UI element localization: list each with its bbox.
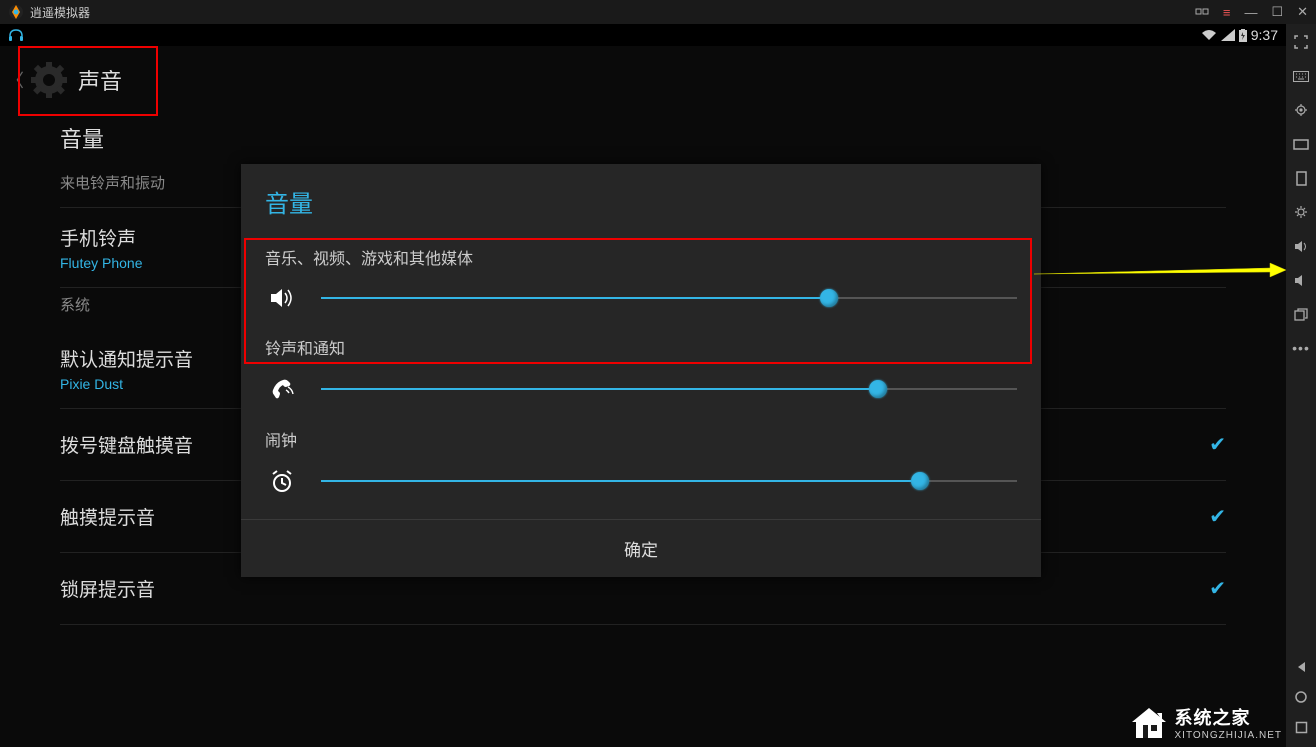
landscape-icon[interactable] xyxy=(1291,136,1311,152)
volume-dialog: 音量 音乐、视频、游戏和其他媒体 铃声和通知 xyxy=(241,164,1041,577)
nav-home-icon[interactable] xyxy=(1291,689,1311,705)
ringtone-volume-slider[interactable] xyxy=(321,388,1017,390)
ringtone-slider-label: 铃声和通知 xyxy=(265,335,1017,359)
location-icon[interactable] xyxy=(1291,102,1311,118)
keyboard-icon[interactable] xyxy=(1291,68,1311,84)
toggle-b-icon[interactable]: ≡ xyxy=(1223,5,1231,20)
window-controls: ≡ — ☐ ✕ xyxy=(1195,4,1308,20)
more-icon[interactable]: ••• xyxy=(1291,340,1311,356)
alarm-volume-slider[interactable] xyxy=(321,480,1017,482)
gear-icon xyxy=(28,59,70,101)
wifi-icon xyxy=(1201,29,1217,41)
settings-header: 〈 声音 xyxy=(0,46,1286,114)
ringtone-volume-section: 铃声和通知 xyxy=(241,335,1041,427)
portrait-icon[interactable] xyxy=(1291,170,1311,186)
page-title: 声音 xyxy=(78,64,122,96)
phone-ring-icon xyxy=(265,377,299,401)
status-time: 9:37 xyxy=(1251,27,1278,43)
alarm-slider-label: 闹钟 xyxy=(265,427,1017,451)
check-icon[interactable]: ✔ xyxy=(1209,432,1226,457)
emulator-titlebar: 逍遥模拟器 ≡ — ☐ ✕ xyxy=(0,0,1316,24)
volume-up-icon[interactable] xyxy=(1291,238,1311,254)
media-volume-slider[interactable] xyxy=(321,297,1017,299)
nav-back-icon[interactable] xyxy=(1291,659,1311,675)
speaker-icon xyxy=(265,287,299,309)
alarm-volume-section: 闹钟 xyxy=(241,427,1041,519)
nav-recent-icon[interactable] xyxy=(1291,719,1311,735)
confirm-button[interactable]: 确定 xyxy=(241,519,1041,577)
maximize-button[interactable]: ☐ xyxy=(1271,4,1283,20)
check-icon[interactable]: ✔ xyxy=(1209,504,1226,529)
volume-down-icon[interactable] xyxy=(1291,272,1311,288)
house-logo-icon xyxy=(1129,705,1169,741)
android-screen: 9:37 〈 声音 音量 来电铃声和振动 手机铃声 Flutey Phone 系… xyxy=(0,24,1286,747)
toggle-a-icon[interactable] xyxy=(1195,6,1209,18)
android-status-bar: 9:37 xyxy=(0,24,1286,46)
back-icon[interactable]: 〈 xyxy=(6,67,24,93)
battery-icon xyxy=(1239,29,1247,42)
settings-icon[interactable] xyxy=(1291,204,1311,220)
dialog-title: 音量 xyxy=(241,164,1041,245)
watermark: 系统之家 XITONGZHIJIA.NET xyxy=(1129,704,1283,741)
minimize-button[interactable]: — xyxy=(1244,5,1257,20)
app-title: 逍遥模拟器 xyxy=(30,4,90,21)
multi-window-icon[interactable] xyxy=(1291,306,1311,322)
app-logo-icon xyxy=(8,4,24,20)
close-button[interactable]: ✕ xyxy=(1297,4,1308,20)
check-icon[interactable]: ✔ xyxy=(1209,576,1226,601)
emulator-side-toolbar: ••• xyxy=(1286,24,1316,747)
media-volume-section: 音乐、视频、游戏和其他媒体 xyxy=(241,245,1041,335)
signal-icon xyxy=(1221,29,1235,41)
fullscreen-icon[interactable] xyxy=(1291,34,1311,50)
section-volume-title: 音量 xyxy=(60,114,1226,166)
headphones-icon xyxy=(8,28,24,42)
media-slider-label: 音乐、视频、游戏和其他媒体 xyxy=(265,245,1017,269)
alarm-clock-icon xyxy=(265,469,299,493)
